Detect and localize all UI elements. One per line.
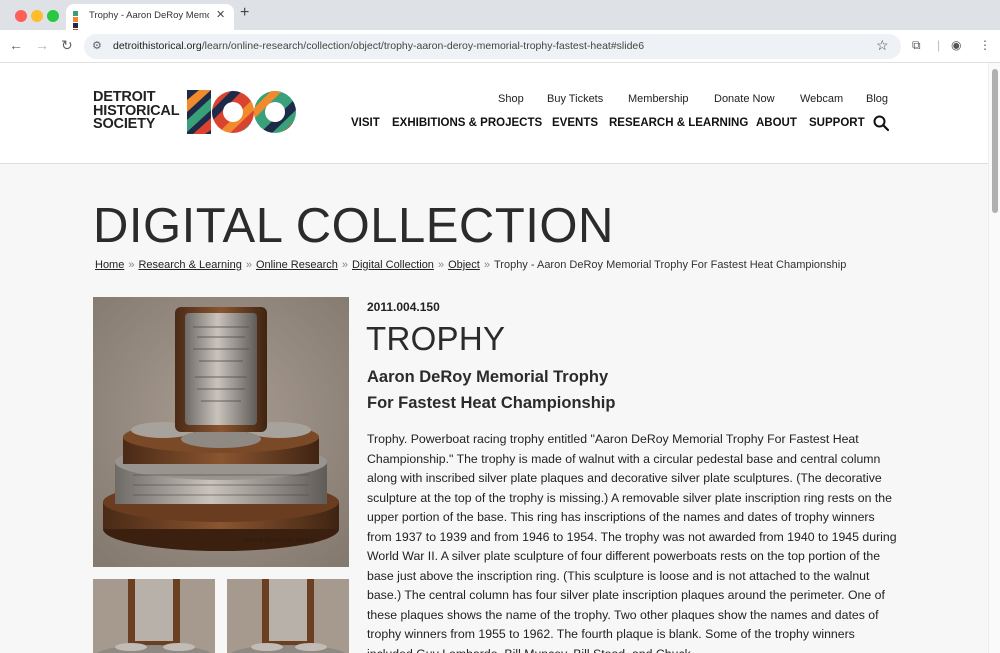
main-content: DIGITAL COLLECTION Home» Research & Learn… xyxy=(0,164,988,653)
new-tab-icon[interactable]: + xyxy=(240,4,249,22)
breadcrumb-current: Trophy - Aaron DeRoy Memorial Trophy For… xyxy=(493,259,847,271)
main-nav-about[interactable]: ABOUT xyxy=(756,117,797,129)
menu-kebab-icon[interactable]: ⋮ xyxy=(979,38,991,52)
page-title: DIGITAL COLLECTION xyxy=(93,199,614,253)
util-nav-membership[interactable]: Membership xyxy=(628,93,689,105)
util-nav-blog[interactable]: Blog xyxy=(866,93,888,105)
breadcrumb-digital-collection[interactable]: Digital Collection xyxy=(352,259,434,271)
profile-icon[interactable]: ◉ xyxy=(951,38,961,52)
site-logo-text[interactable]: DETROIT HISTORICAL SOCIETY xyxy=(93,90,180,132)
breadcrumb-home[interactable]: Home xyxy=(95,259,124,271)
breadcrumb-research-learning[interactable]: Research & Learning xyxy=(138,259,241,271)
main-nav-support[interactable]: SUPPORT xyxy=(809,117,865,129)
main-nav-exhibitions[interactable]: EXHIBITIONS & PROJECTS xyxy=(392,117,542,129)
util-nav-donate-now[interactable]: Donate Now xyxy=(714,93,775,105)
site-favicon-icon xyxy=(73,11,84,34)
object-accession-number: 2011.004.150 xyxy=(367,300,440,314)
util-nav-shop[interactable]: Shop xyxy=(498,93,524,105)
site-settings-icon[interactable]: ⚙ xyxy=(92,39,102,52)
reload-icon[interactable]: ↻ xyxy=(61,37,73,54)
minimize-window-button[interactable] xyxy=(31,10,43,22)
main-nav-visit[interactable]: VISIT xyxy=(351,117,380,129)
object-thumbnail[interactable] xyxy=(93,579,215,653)
page-scrollbar[interactable] xyxy=(988,63,1000,653)
svg-text:Detroit Historical Society: Detroit Historical Society xyxy=(242,536,316,544)
toolbar-divider: | xyxy=(937,38,941,52)
object-main-photo[interactable]: Detroit Historical Society xyxy=(93,297,349,567)
back-arrow-icon[interactable]: ← xyxy=(9,37,23,53)
centennial-100-logo[interactable] xyxy=(187,90,297,134)
search-icon[interactable] xyxy=(873,115,889,131)
tab-search-icon[interactable]: ⧉ xyxy=(912,38,921,53)
browser-tabbar: Trophy - Aaron DeRoy Memorial Trophy For… xyxy=(0,0,1000,34)
object-subtitle: Aaron DeRoy Memorial Trophy For Fastest … xyxy=(367,368,616,412)
util-nav-buy-tickets[interactable]: Buy Tickets xyxy=(547,93,603,105)
forward-arrow-icon[interactable]: → xyxy=(35,37,49,53)
main-nav-research-learning[interactable]: RESEARCH & LEARNING xyxy=(609,117,748,129)
tab-title: Trophy - Aaron DeRoy Memorial Trophy For… xyxy=(89,10,209,21)
bookmark-star-icon[interactable]: ☆ xyxy=(876,37,889,54)
tab-close-icon[interactable]: ✕ xyxy=(216,8,225,21)
url-text[interactable]: detroithistorical.org/learn/online-resea… xyxy=(113,40,644,52)
breadcrumb-online-research[interactable]: Online Research xyxy=(256,259,338,271)
main-nav-events[interactable]: EVENTS xyxy=(552,117,598,129)
address-bar[interactable]: ⚙ detroithistorical.org/learn/online-res… xyxy=(84,34,901,59)
browser-tab-active[interactable]: Trophy - Aaron DeRoy Memorial Trophy For… xyxy=(66,4,234,34)
object-thumbnail[interactable] xyxy=(227,579,349,653)
maximize-window-button[interactable] xyxy=(47,10,59,22)
breadcrumb-object[interactable]: Object xyxy=(448,259,480,271)
breadcrumb: Home» Research & Learning» Online Research… xyxy=(95,259,847,271)
object-name: TROPHY xyxy=(366,320,506,357)
object-description: Trophy. Powerboat racing trophy entitled… xyxy=(367,432,897,653)
browser-toolbar: ← → ↻ ⚙ detroithistorical.org/learn/onli… xyxy=(0,30,1000,63)
site-header: DETROIT HISTORICAL SOCIETY Shop Buy Tick… xyxy=(0,63,988,164)
scrollbar-thumb[interactable] xyxy=(992,69,998,213)
close-window-button[interactable] xyxy=(15,10,27,22)
util-nav-webcam[interactable]: Webcam xyxy=(800,93,843,105)
